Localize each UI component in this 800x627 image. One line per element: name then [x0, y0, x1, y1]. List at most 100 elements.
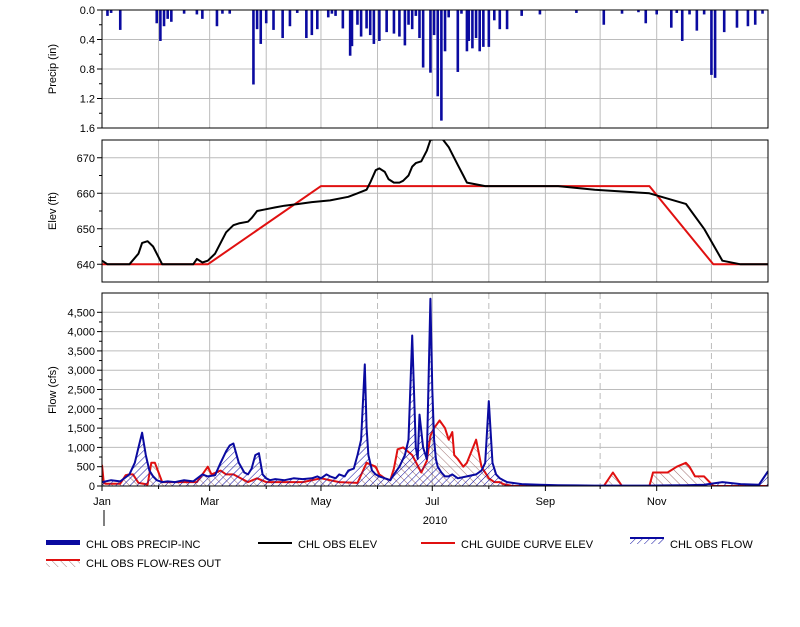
y-tick-label: 2,000	[67, 404, 95, 416]
legend-swatch-flow	[630, 537, 664, 544]
y-tick-label: 1.6	[80, 123, 95, 135]
precip-bar	[155, 10, 159, 24]
precip-bar	[259, 10, 263, 44]
y-tick-label: 3,000	[67, 365, 95, 377]
y-tick-label: 1,500	[67, 423, 95, 435]
y-tick-label: 0	[89, 481, 95, 493]
precip-bar	[166, 10, 169, 19]
precip-bar	[162, 10, 166, 27]
precip-bar	[255, 10, 259, 30]
x-tick-label: Jul	[425, 496, 439, 508]
legend-swatch-res-out	[46, 559, 80, 567]
precip-bar	[106, 10, 109, 16]
precip-bar	[680, 10, 684, 41]
precip-bar	[505, 10, 509, 30]
y-tick-label: 3,500	[67, 346, 95, 358]
precip-bar	[398, 10, 401, 37]
precip-bar	[443, 10, 447, 52]
precip-bar	[440, 10, 443, 121]
precip-bar	[215, 10, 219, 27]
precip-bar	[474, 10, 478, 39]
y-tick-label: 0.0	[80, 5, 95, 17]
elev-panel: 640 650 660 670 Elev (ft)	[47, 139, 769, 283]
legend-label-flow: CHL OBS FLOW	[670, 539, 753, 551]
y-tick-label: 0.4	[80, 35, 95, 47]
precip-bar	[710, 10, 713, 75]
precip-bar	[195, 10, 199, 15]
precip-bar	[372, 10, 376, 44]
precip-bar	[264, 10, 268, 24]
x-tick-label: May	[311, 496, 332, 508]
x-tick-label: Jan	[93, 496, 111, 508]
precip-bar	[487, 10, 491, 47]
precip-bar	[713, 10, 717, 78]
precip-bar	[493, 10, 496, 21]
precip-bar	[722, 10, 726, 33]
precip-bar	[655, 10, 658, 15]
precip-bar	[341, 10, 345, 29]
precip-bar	[602, 10, 606, 25]
precip-bar	[447, 10, 450, 18]
elev-grid	[101, 140, 768, 282]
x-tick-label: Mar	[200, 496, 219, 508]
flow-areas	[102, 297, 768, 486]
year-label: 2010	[423, 515, 447, 527]
precip-bar	[436, 10, 440, 97]
y-tick-label: 1,000	[67, 442, 95, 454]
precip-bar	[305, 10, 308, 39]
precip-bar	[252, 10, 255, 85]
flow-y-axis-label: Flow (cfs)	[47, 366, 59, 414]
elev-lines	[102, 140, 768, 266]
precip-bar	[330, 10, 334, 14]
y-tick-label: 2,500	[67, 385, 95, 397]
precip-bar	[407, 10, 410, 25]
precip-bar	[669, 10, 673, 28]
legend: CHL OBS PRECIP-INC CHL OBS ELEV CHL GUID…	[46, 537, 753, 570]
precip-bar	[118, 10, 122, 30]
x-tick-label: Nov	[647, 496, 667, 508]
precip-bar	[456, 10, 460, 72]
hydrograph-figure: 0.0 0.4 0.8 1.2 1.6 Precip (in) 640 650 660 670…	[46, 5, 769, 570]
elev-y-ticks: 640 650 660 670	[77, 153, 102, 271]
legend-label-elev: CHL OBS ELEV	[298, 539, 378, 551]
precip-bar	[467, 10, 471, 41]
precip-bar	[392, 10, 396, 34]
precip-bar	[471, 10, 474, 49]
precip-bar	[356, 10, 359, 25]
precip-bar	[201, 10, 204, 19]
precip-bar	[378, 10, 381, 41]
y-tick-label: 1.2	[80, 94, 95, 106]
elev-obs-line	[102, 140, 768, 266]
precip-bar	[644, 10, 648, 24]
precip-bar	[385, 10, 388, 33]
precip-bar	[688, 10, 691, 15]
precip-bar	[753, 10, 757, 25]
precip-bar	[281, 10, 284, 39]
precip-bar	[159, 10, 162, 41]
precip-bar	[520, 10, 523, 16]
elev-y-axis-label: Elev (ft)	[47, 192, 59, 230]
precip-bar	[432, 10, 436, 36]
precip-bar	[272, 10, 275, 30]
precip-bar	[746, 10, 750, 27]
legend-label-res-out: CHL OBS FLOW-RES OUT	[86, 558, 221, 570]
precip-bar	[221, 10, 224, 14]
precip-bar	[365, 10, 368, 29]
precip-bar	[538, 10, 542, 15]
precip-bar	[460, 10, 463, 14]
flow-obs-line	[102, 297, 768, 486]
precip-bar	[403, 10, 407, 46]
precip-bar	[482, 10, 485, 47]
precip-bars	[106, 10, 764, 121]
precip-bar	[228, 10, 232, 14]
y-tick-label: 4,500	[67, 307, 95, 319]
precip-bar	[326, 10, 330, 18]
y-tick-label: 650	[77, 224, 95, 236]
precip-bar	[761, 10, 764, 14]
precip-bar	[359, 10, 363, 37]
precip-bar	[310, 10, 314, 36]
x-axis: Jan Mar May Jul Sep Nov	[93, 486, 712, 508]
precip-bar	[498, 10, 502, 30]
precip-bar	[288, 10, 292, 27]
precip-bar	[695, 10, 699, 31]
